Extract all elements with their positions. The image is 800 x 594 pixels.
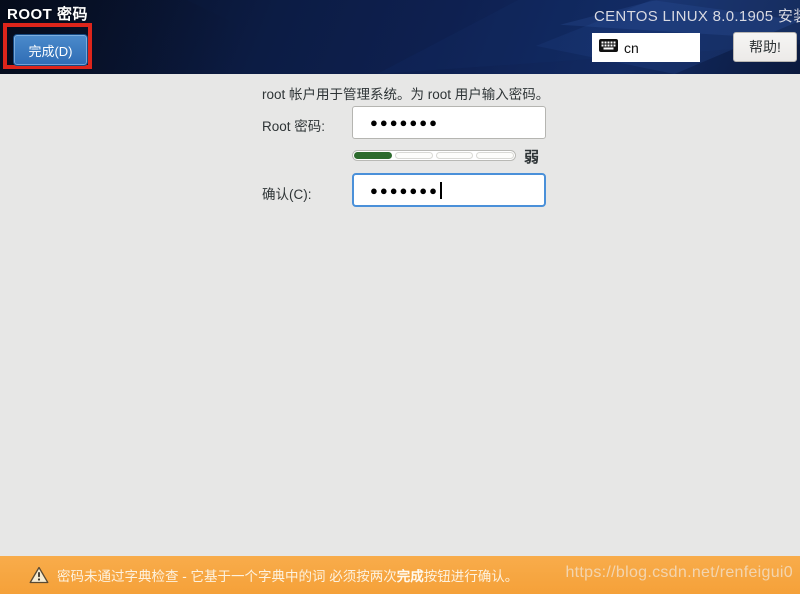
strength-segment — [395, 152, 433, 159]
strength-segment — [436, 152, 474, 159]
strength-segment-filled — [354, 152, 392, 159]
password-strength-label: 弱 — [524, 146, 539, 167]
masked-confirm-value: ●●●●●●● — [370, 183, 439, 198]
confirm-password-label: 确认(C): — [262, 183, 312, 203]
root-password-label: Root 密码: — [262, 115, 325, 135]
confirm-password-input[interactable]: ●●●●●●● — [352, 173, 546, 207]
watermark-url: https://blog.csdn.net/renfeigui0 — [565, 564, 793, 582]
installer-window: ROOT 密码 完成(D) CENTOS LINUX 8.0.1905 安装 — [0, 0, 800, 594]
installer-app-title: CENTOS LINUX 8.0.1905 安装 — [594, 5, 800, 26]
warning-status-bar: 密码未通过字典检查 - 它基于一个字典中的词 必须按两次完成按钮进行确认。 ht… — [0, 556, 800, 594]
done-button[interactable]: 完成(D) — [13, 34, 88, 66]
warning-message-prefix: 密码未通过字典检查 - 它基于一个字典中的词 必须按两次 — [57, 565, 397, 585]
strength-segment — [476, 152, 514, 159]
root-password-input[interactable]: ●●●●●●● — [352, 106, 546, 139]
password-strength-meter — [352, 150, 516, 161]
text-cursor — [440, 182, 442, 199]
warning-triangle-icon — [29, 566, 49, 584]
help-button[interactable]: 帮助! — [733, 32, 797, 62]
keyboard-layout-code: cn — [624, 40, 639, 56]
keyboard-icon — [599, 39, 618, 57]
warning-message-suffix: 按钮进行确认。 — [424, 565, 519, 585]
annotation-highlight-box: 完成(D) — [3, 23, 92, 69]
masked-password-value: ●●●●●●● — [370, 115, 439, 130]
warning-message: 密码未通过字典检查 - 它基于一个字典中的词 必须按两次完成按钮进行确认。 — [57, 556, 518, 594]
warning-message-bold: 完成 — [397, 565, 424, 585]
keyboard-layout-indicator[interactable]: cn — [592, 33, 700, 62]
root-password-description: root 帐户用于管理系统。为 root 用户输入密码。 — [262, 83, 549, 103]
page-title: ROOT 密码 — [7, 3, 88, 24]
header-bar: ROOT 密码 完成(D) CENTOS LINUX 8.0.1905 安装 — [0, 0, 800, 74]
